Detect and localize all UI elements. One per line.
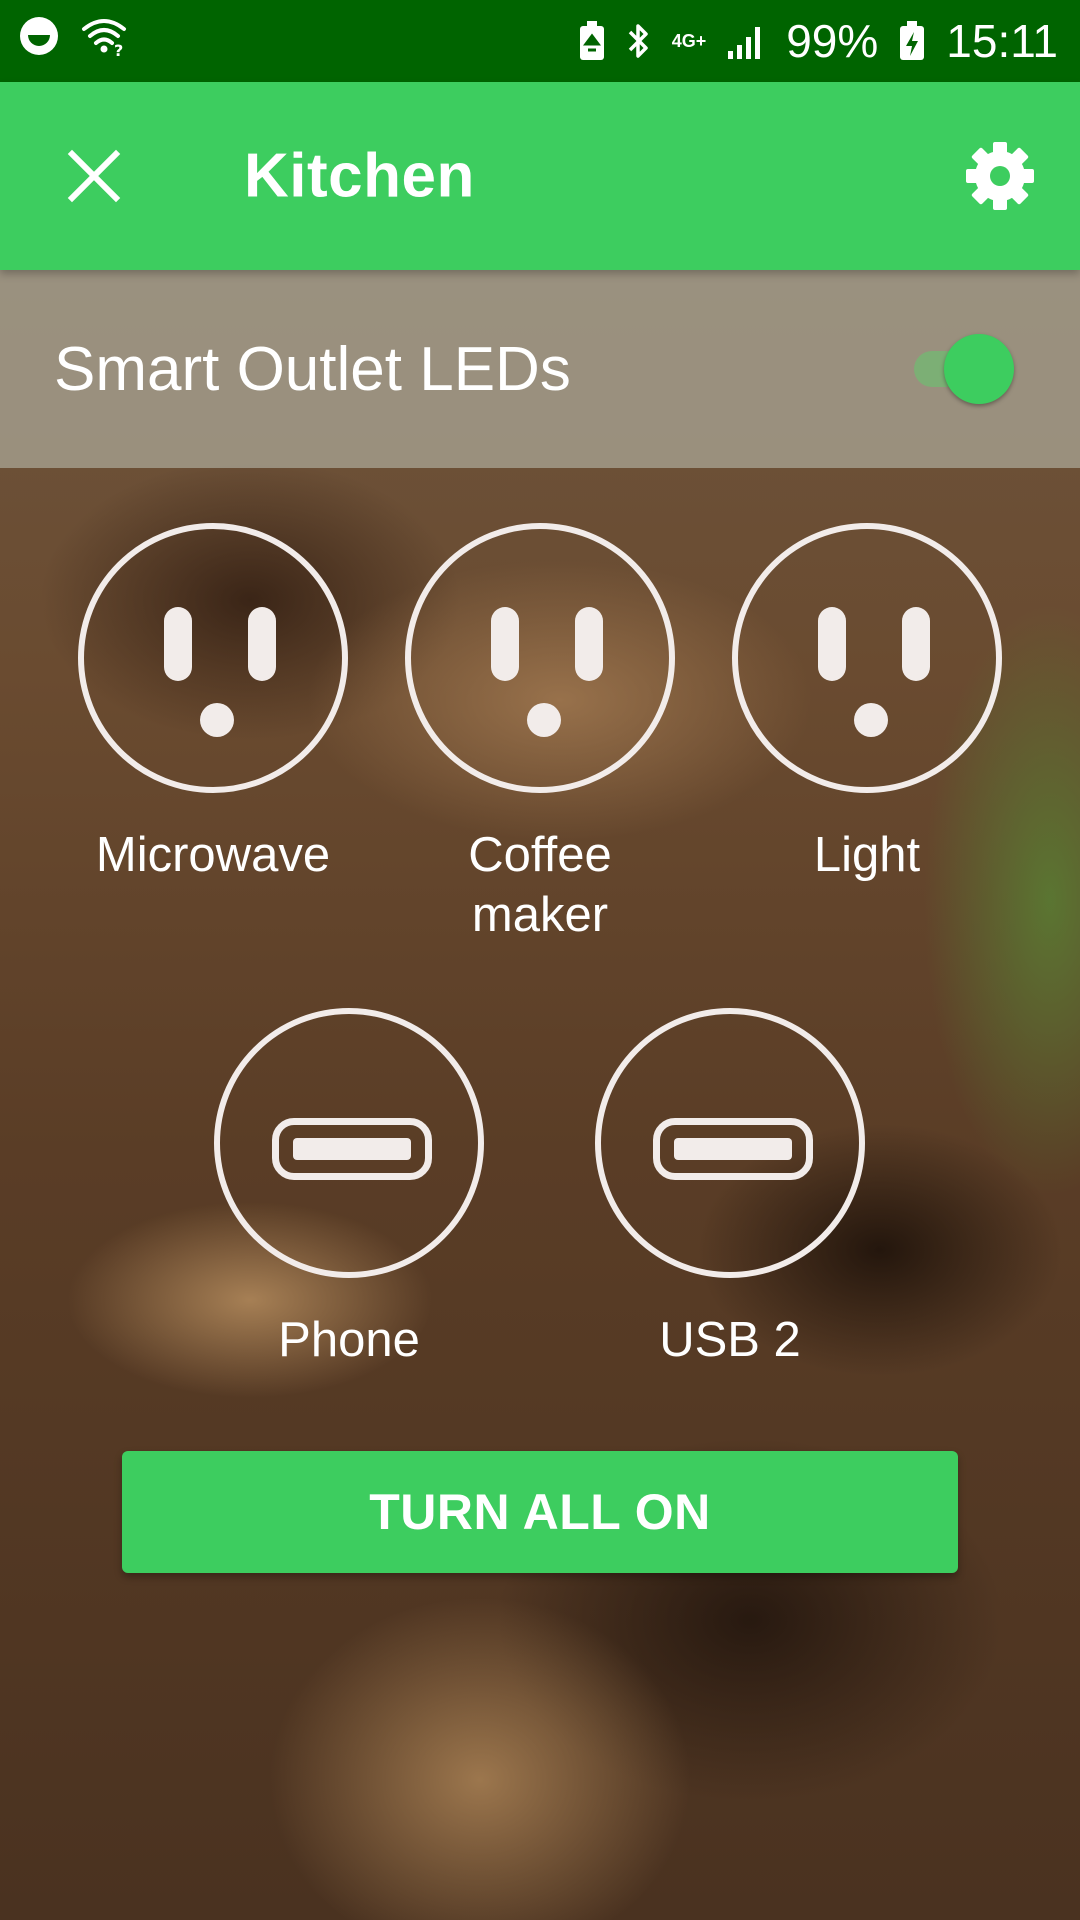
turn-all-on-button[interactable]: TURN ALL ON (122, 1451, 958, 1573)
clock-time: 15:11 (946, 15, 1058, 67)
close-button[interactable] (52, 134, 136, 218)
led-setting-label: Smart Outlet LEDs (54, 334, 571, 404)
outlet-ground-hole (854, 703, 888, 737)
usb-port-shape (272, 1118, 432, 1180)
wifi-question-icon: ? (80, 14, 128, 68)
outlet-slot (248, 607, 276, 681)
status-left: ? (18, 14, 128, 68)
app-toolbar: Kitchen (0, 82, 1080, 270)
close-icon (67, 149, 121, 203)
svg-text:?: ? (114, 41, 123, 57)
smiley-icon (18, 14, 60, 68)
usb-port-icon (595, 1008, 865, 1278)
battery-charging-icon (898, 20, 926, 62)
settings-button[interactable] (960, 136, 1040, 216)
outlet-microwave[interactable]: Microwave (78, 523, 348, 885)
battery-saver-icon (578, 20, 606, 62)
outlet-ground-hole (527, 703, 561, 737)
ac-outlet-icon (732, 523, 1002, 793)
outlet-slot (575, 607, 603, 681)
outlet-slot (818, 607, 846, 681)
outlet-label: Coffee maker (468, 828, 612, 942)
outlet-phone[interactable]: Phone (214, 1008, 484, 1370)
led-setting-row: Smart Outlet LEDs (0, 270, 1080, 468)
toggle-thumb (944, 334, 1014, 404)
bluetooth-icon (626, 20, 652, 62)
battery-percent: 99% (786, 15, 879, 67)
outlet-label: Light (813, 828, 921, 882)
outlet-label: Phone (278, 1313, 420, 1367)
ac-outlet-icon (405, 523, 675, 793)
gear-icon (966, 142, 1034, 210)
outlet-ground-hole (200, 703, 234, 737)
status-bar: ? 4G+ 99% 15:11 (0, 0, 1080, 82)
ac-outlet-icon (78, 523, 348, 793)
outlet-slot (902, 607, 930, 681)
network-type-label: 4G+ (671, 31, 707, 51)
outlet-coffee-maker[interactable]: Coffee maker (405, 523, 675, 945)
outlet-label: Microwave (95, 828, 331, 882)
outlet-light[interactable]: Light (732, 523, 1002, 885)
usb-port-icon (214, 1008, 484, 1278)
status-right: 4G+ 99% 15:11 (578, 14, 1058, 68)
outlet-usb-2[interactable]: USB 2 (595, 1008, 865, 1370)
outlet-slot (491, 607, 519, 681)
signal-icon (726, 21, 766, 61)
outlet-slot (164, 607, 192, 681)
page-title: Kitchen (244, 141, 475, 211)
outlet-label: USB 2 (659, 1313, 801, 1367)
network-4g-icon: 4G+ (672, 32, 707, 50)
usb-port-shape (653, 1118, 813, 1180)
led-toggle-switch[interactable] (914, 334, 1014, 404)
